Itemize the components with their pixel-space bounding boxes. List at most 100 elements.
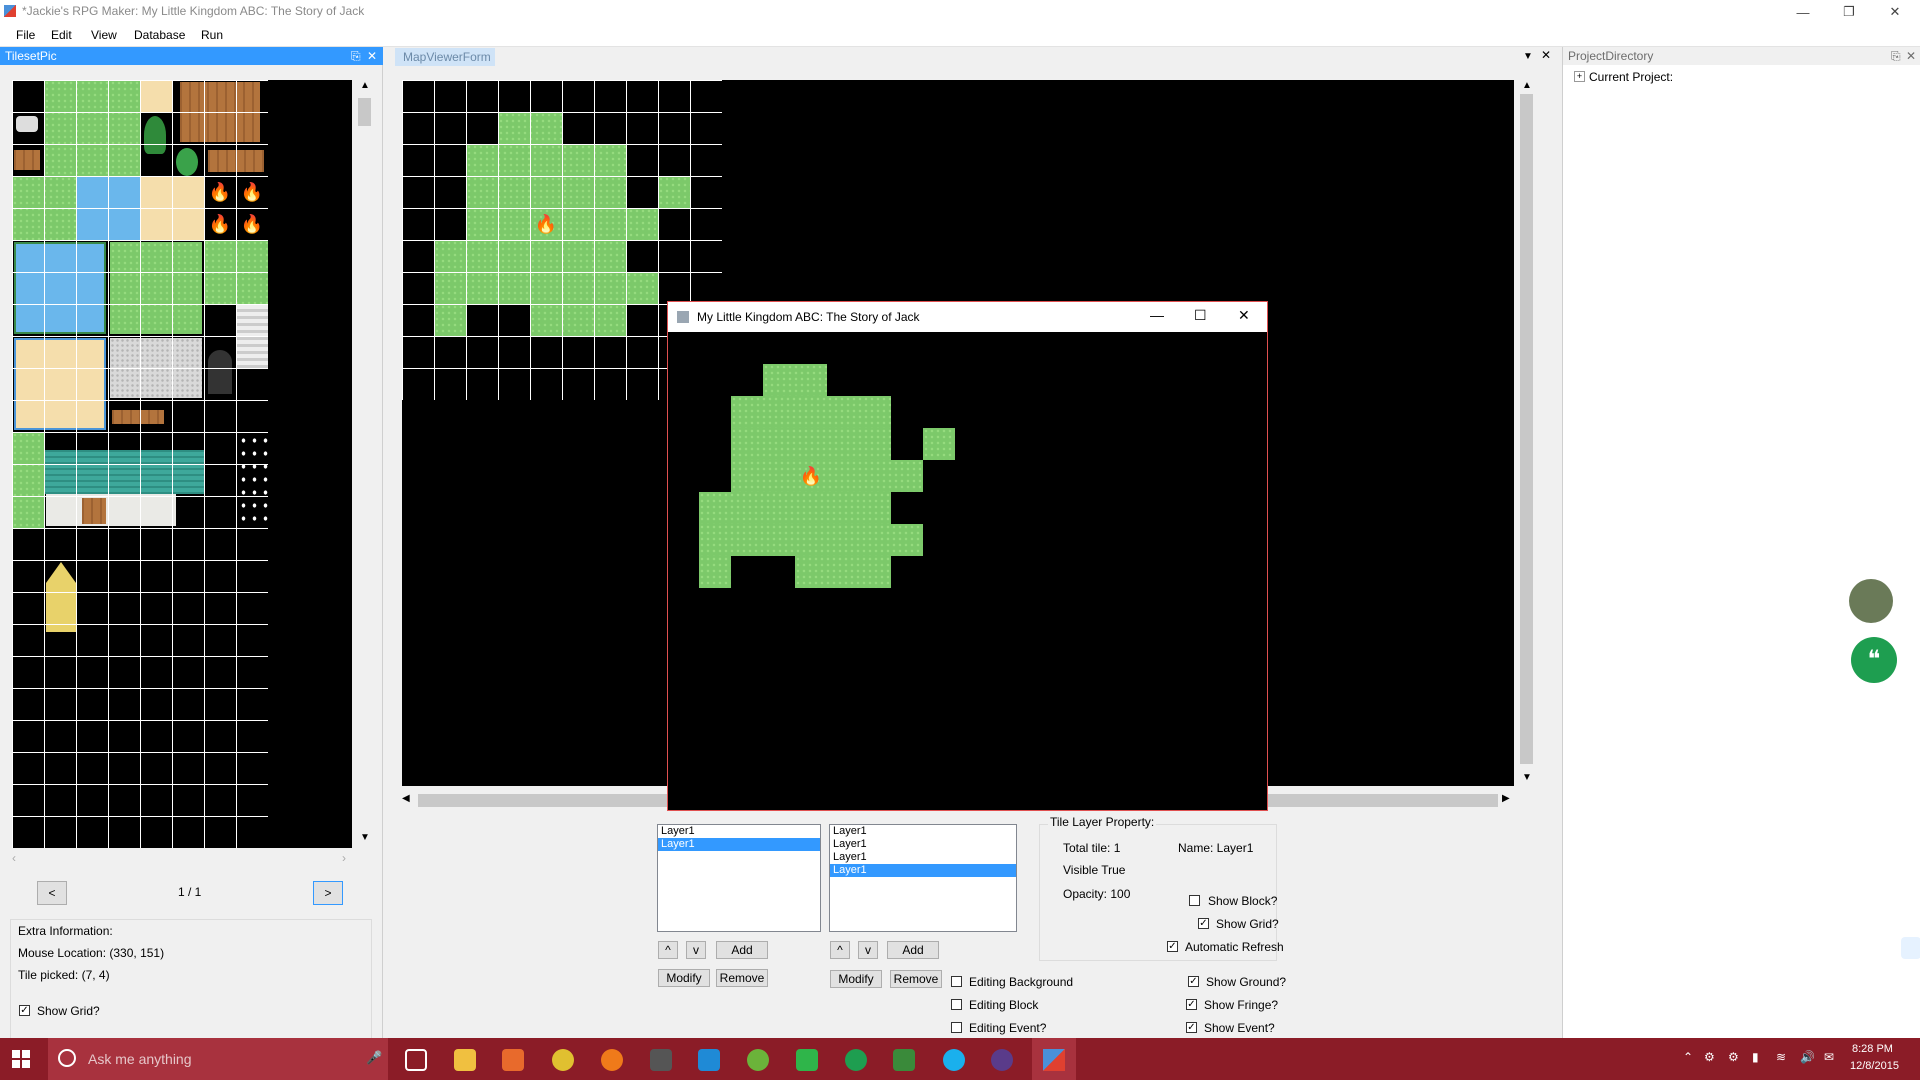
chevron-up-icon[interactable]: ⌃ [1683,1050,1693,1064]
minimize-icon[interactable]: — [1150,307,1164,323]
show-grid-checkbox[interactable]: ✓ [19,1005,30,1016]
menu-edit[interactable]: Edit [51,28,72,42]
battery-icon[interactable]: ▮ [1752,1050,1759,1064]
dropdown-icon[interactable]: ▼ [1523,51,1533,62]
game-window-titlebar[interactable]: My Little Kingdom ABC: The Story of Jack… [668,302,1267,332]
utorrent-icon[interactable] [747,1049,769,1071]
move-down-button[interactable]: v [858,941,878,959]
scroll-up-icon[interactable]: ▲ [360,80,370,91]
media-player-icon[interactable] [502,1049,524,1071]
search-box[interactable]: Ask me anything 🎤 [48,1038,388,1080]
scroll-down-icon[interactable]: ▼ [1522,772,1532,783]
skype-icon[interactable] [943,1049,965,1071]
editing-block-checkbox[interactable] [951,999,962,1010]
show-grid-layer-checkbox[interactable]: ✓ [1198,918,1209,929]
menu-run[interactable]: Run [201,28,223,42]
modify-button[interactable]: Modify [830,970,882,988]
game-grass-tile [731,396,891,428]
editing-background-checkbox[interactable] [951,976,962,987]
firefox-icon[interactable] [601,1049,623,1071]
show-fringe-label: Show Fringe? [1204,998,1279,1012]
list-item[interactable]: Layer1 [830,864,1016,877]
scroll-down-icon[interactable]: ▼ [360,832,370,843]
menu-file[interactable]: File [16,28,35,42]
close-tab-icon[interactable]: ✕ [1541,48,1551,62]
microphone-icon[interactable]: 🎤 [366,1050,382,1066]
scroll-left-icon[interactable]: ◀ [402,793,410,804]
layer-opacity: Opacity: 100 [1063,887,1131,901]
close-icon[interactable]: ✕ [1238,307,1250,324]
rpg-maker-taskbar-button[interactable] [1032,1038,1076,1080]
scroll-right-icon[interactable]: ▶ [1502,793,1510,804]
show-event-checkbox[interactable]: ✓ [1186,1022,1197,1033]
task-view-icon[interactable] [405,1049,427,1071]
move-up-button[interactable]: ^ [830,941,850,959]
layer-list-right[interactable]: Layer1 Layer1 Layer1 Layer1 [829,824,1017,932]
remove-button[interactable]: Remove [716,969,768,987]
show-ground-checkbox[interactable]: ✓ [1188,976,1199,987]
hangouts-icon[interactable] [845,1049,867,1071]
restore-icon[interactable]: ❐ [1826,0,1872,24]
list-item[interactable]: Layer1 [830,825,1016,838]
close-panel-icon[interactable]: ✕ [367,47,377,65]
move-down-button[interactable]: v [686,941,706,959]
scroll-right-icon[interactable]: › [342,851,346,865]
scroll-up-icon[interactable]: ▲ [1522,80,1532,91]
notification-icon[interactable]: ✉ [1824,1050,1834,1064]
list-item[interactable]: Layer1 [658,825,820,838]
notepad-icon[interactable] [893,1049,915,1071]
move-up-button[interactable]: ^ [658,941,678,959]
wifi-icon[interactable]: ≋ [1776,1050,1786,1064]
maximize-icon[interactable]: ☐ [1194,307,1207,324]
pin-icon[interactable]: ⎘ [1891,47,1901,65]
menu-view[interactable]: View [91,28,117,42]
hangouts-icon[interactable]: ❝ [1851,637,1897,683]
tileset-vscrollbar[interactable]: ▲ ▼ [356,80,373,848]
file-explorer-icon[interactable] [454,1049,476,1071]
expand-icon[interactable]: + [1574,71,1585,82]
clock-date[interactable]: 12/8/2015 [1850,1060,1899,1072]
automatic-refresh-checkbox[interactable]: ✓ [1167,941,1178,952]
add-layer-button[interactable]: Add [887,941,939,959]
modify-button[interactable]: Modify [658,969,710,987]
show-fringe-checkbox[interactable]: ✓ [1186,999,1197,1010]
list-item[interactable]: Layer1 [658,838,820,851]
next-page-button[interactable]: > [313,881,343,905]
show-block-checkbox[interactable] [1189,895,1200,906]
remove-button[interactable]: Remove [890,970,942,988]
settings-icon[interactable]: ⚙ [1704,1050,1715,1064]
app-icon[interactable] [650,1049,672,1071]
teamviewer-icon[interactable] [1901,937,1920,959]
scroll-thumb[interactable] [358,98,371,126]
teamviewer-icon[interactable] [698,1049,720,1071]
tileset-picture[interactable]: 🔥 🔥 🔥 🔥 [12,80,352,848]
clock-time[interactable]: 8:28 PM [1852,1043,1893,1055]
close-icon[interactable]: ✕ [1872,0,1918,24]
map-vscrollbar[interactable]: ▲ ▼ [1518,80,1535,786]
editing-event-checkbox[interactable] [951,1022,962,1033]
page-indicator: 1 / 1 [178,885,202,899]
tree-root[interactable]: Current Project: [1589,70,1673,84]
menu-database[interactable]: Database [134,28,185,42]
pin-icon[interactable]: ⎘ [351,47,361,65]
volume-icon[interactable]: 🔊 [1800,1050,1815,1064]
line-icon[interactable] [796,1049,818,1071]
scroll-thumb[interactable] [1520,94,1533,764]
layer-list-left[interactable]: Layer1 Layer1 [657,824,821,932]
minimize-icon[interactable]: — [1780,0,1826,24]
game-grass-tile [795,556,891,588]
tab-map-viewer[interactable]: MapViewerForm [395,48,495,66]
tray-icon[interactable]: ⚙ [1728,1050,1739,1064]
list-item[interactable]: Layer1 [830,838,1016,851]
app-icon[interactable] [991,1049,1013,1071]
close-panel-icon[interactable]: ✕ [1906,47,1916,65]
list-item[interactable]: Layer1 [830,851,1016,864]
chrome-icon[interactable] [552,1049,574,1071]
windows-start-icon[interactable] [12,1050,30,1068]
game-preview-window[interactable]: My Little Kingdom ABC: The Story of Jack… [667,301,1268,811]
avatar[interactable] [1849,579,1893,623]
scroll-left-icon[interactable]: ‹ [12,851,16,865]
tileset-hscrollbar[interactable]: ‹ › [12,851,352,867]
add-layer-button[interactable]: Add [716,941,768,959]
prev-page-button[interactable]: < [37,881,67,905]
